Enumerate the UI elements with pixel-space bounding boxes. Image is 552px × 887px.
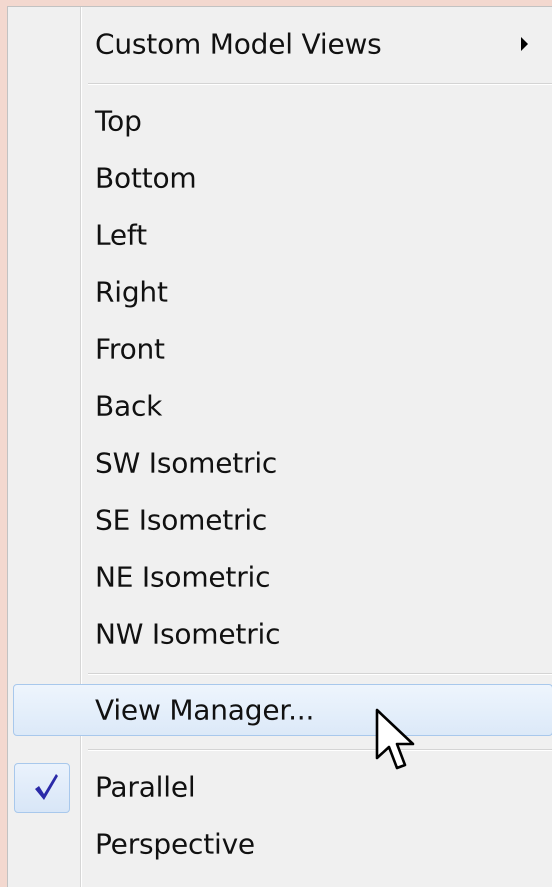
menu-item-view-sw-isometric[interactable]: SW Isometric <box>8 435 552 491</box>
menu-item-label: Custom Model Views <box>95 27 382 61</box>
menu-item-view-back[interactable]: Back <box>8 378 552 434</box>
menu-item-label: Front <box>95 332 165 366</box>
menu-item-view-ne-isometric[interactable]: NE Isometric <box>8 549 552 605</box>
menu-item-view-se-isometric[interactable]: SE Isometric <box>8 492 552 548</box>
menu-separator <box>88 83 552 85</box>
menu-item-label: NW Isometric <box>95 617 281 651</box>
menu-separator <box>88 673 552 675</box>
menu-separator <box>88 749 552 751</box>
mouse-pointer-icon <box>375 708 415 770</box>
menu-item-label: View Manager... <box>95 693 315 727</box>
menu-item-label: Back <box>95 389 163 423</box>
menu-item-view-bottom[interactable]: Bottom <box>8 150 552 206</box>
menu-item-view-nw-isometric[interactable]: NW Isometric <box>8 606 552 662</box>
menu-item-view-right[interactable]: Right <box>8 264 552 320</box>
menu-item-view-manager[interactable]: View Manager... <box>8 682 552 738</box>
menu-item-parallel[interactable]: Parallel <box>8 759 552 815</box>
menu-item-view-top[interactable]: Top <box>8 93 552 149</box>
context-menu: Custom Model Views Top Bottom Left Right… <box>7 6 552 887</box>
chevron-right-icon <box>521 37 528 51</box>
menu-item-perspective[interactable]: Perspective <box>8 816 552 872</box>
menu-item-label: Top <box>95 104 142 138</box>
checkmark-icon <box>35 774 58 800</box>
menu-item-label: NE Isometric <box>95 560 271 594</box>
menu-item-view-front[interactable]: Front <box>8 321 552 377</box>
menu-item-label: SW Isometric <box>95 446 278 480</box>
menu-item-label: SE Isometric <box>95 503 268 537</box>
menu-item-label: Bottom <box>95 161 197 195</box>
menu-item-view-left[interactable]: Left <box>8 207 552 263</box>
menu-item-label: Perspective <box>95 827 255 861</box>
menu-item-label: Left <box>95 218 147 252</box>
menu-item-label: Right <box>95 275 168 309</box>
menu-item-custom-model-views[interactable]: Custom Model Views <box>8 16 552 72</box>
check-indicator <box>14 763 70 813</box>
menu-item-label: Parallel <box>95 770 196 804</box>
